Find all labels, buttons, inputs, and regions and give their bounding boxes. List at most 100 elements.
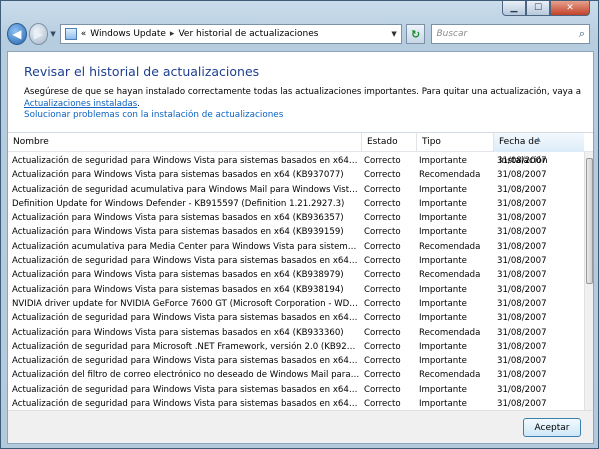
navigation-bar: ◀ ▶ ▼ « Windows Update ▸ Ver historial d… bbox=[7, 21, 590, 47]
column-name-label: Nombre bbox=[13, 137, 49, 147]
update-state: Correcto bbox=[364, 356, 401, 367]
list-item[interactable]: Actualización de seguridad para Windows … bbox=[8, 354, 584, 368]
update-date: 31/08/2007 bbox=[497, 298, 547, 309]
update-name: Actualización de seguridad para Windows … bbox=[12, 256, 360, 267]
update-state: Correcto bbox=[364, 184, 401, 195]
update-date: 31/08/2007 bbox=[497, 156, 547, 166]
breadcrumb-separator[interactable]: ▸ bbox=[170, 29, 175, 39]
update-type: Importante bbox=[419, 198, 467, 209]
list-item[interactable]: Actualización de seguridad acumulativa p… bbox=[8, 183, 584, 197]
update-type: Importante bbox=[419, 341, 467, 352]
installed-updates-link[interactable]: Actualizaciones instaladas bbox=[24, 99, 137, 109]
column-header-name[interactable]: Nombre bbox=[8, 133, 362, 152]
scrollbar-thumb[interactable] bbox=[586, 158, 593, 284]
update-state: Correcto bbox=[364, 327, 401, 338]
back-button[interactable]: ◀ bbox=[7, 23, 27, 45]
list-item[interactable]: NVIDIA driver update for NVIDIA GeForce … bbox=[8, 297, 584, 311]
update-date: 31/08/2007 bbox=[497, 356, 547, 367]
list-item[interactable]: Actualización de seguridad para Windows … bbox=[8, 254, 584, 268]
update-name: NVIDIA driver update for NVIDIA GeForce … bbox=[12, 298, 360, 309]
control-panel-window: ▁ ☐ ✕ ◀ ▶ ▼ « Windows Update ▸ Ver histo… bbox=[0, 0, 599, 449]
update-name: Actualización de seguridad acumulativa p… bbox=[12, 184, 360, 195]
content-pane: Revisar el historial de actualizaciones … bbox=[7, 51, 594, 444]
update-type: Importante bbox=[419, 213, 467, 224]
column-type-label: Tipo bbox=[422, 137, 441, 147]
update-state: Correcto bbox=[364, 227, 401, 238]
maximize-button[interactable]: ☐ bbox=[526, 1, 550, 16]
update-date: 31/08/2007 bbox=[497, 256, 547, 267]
update-state: Correcto bbox=[364, 198, 401, 209]
update-type: Importante bbox=[419, 356, 467, 367]
accept-button[interactable]: Aceptar bbox=[523, 418, 581, 437]
update-state: Correcto bbox=[364, 384, 401, 395]
update-name: Actualización de seguridad para Windows … bbox=[12, 156, 360, 166]
column-header-date[interactable]: ▲ Fecha de instalación bbox=[494, 133, 584, 166]
troubleshoot-link[interactable]: Solucionar problemas con la instalación … bbox=[24, 110, 283, 120]
minimize-button[interactable]: ▁ bbox=[502, 1, 526, 16]
update-type: Importante bbox=[419, 399, 467, 410]
breadcrumb-windows-update[interactable]: Windows Update bbox=[90, 29, 166, 39]
update-date: 31/08/2007 bbox=[497, 184, 547, 195]
update-name: Definition Update for Windows Defender -… bbox=[12, 198, 345, 209]
update-name: Actualización del filtro de correo elect… bbox=[12, 370, 360, 381]
update-type: Recomendada bbox=[419, 241, 481, 252]
list-item[interactable]: Actualización del filtro de correo elect… bbox=[8, 368, 584, 382]
search-input[interactable]: Buscar ⌕ bbox=[431, 24, 590, 44]
list-item[interactable]: Actualización de seguridad para Windows … bbox=[8, 154, 584, 168]
description-text: Asegúrese de que se hayan instalado corr… bbox=[24, 87, 582, 97]
update-type: Importante bbox=[419, 184, 467, 195]
list-item[interactable]: Actualización para Windows Vista para si… bbox=[8, 326, 584, 340]
page-description: Asegúrese de que se hayan instalado corr… bbox=[24, 86, 584, 110]
close-button[interactable]: ✕ bbox=[550, 1, 590, 16]
list-item[interactable]: Actualización para Windows Vista para si… bbox=[8, 283, 584, 297]
update-date: 31/08/2007 bbox=[497, 313, 547, 324]
search-icon[interactable]: ⌕ bbox=[579, 27, 585, 41]
list-item[interactable]: Actualización de seguridad para Microsof… bbox=[8, 340, 584, 354]
minimize-icon: ▁ bbox=[510, 3, 518, 13]
recent-pages-dropdown-icon[interactable]: ▼ bbox=[50, 30, 55, 38]
caption-buttons: ▁ ☐ ✕ bbox=[502, 1, 590, 17]
back-arrow-icon: ◀ bbox=[12, 27, 22, 41]
update-name: Actualización para Windows Vista para si… bbox=[12, 284, 344, 295]
column-header-type[interactable]: Tipo bbox=[417, 133, 494, 152]
update-name: Actualización de seguridad para Windows … bbox=[12, 313, 360, 324]
list-item[interactable]: Actualización para Windows Vista para si… bbox=[8, 211, 584, 225]
column-header-state[interactable]: Estado bbox=[362, 133, 417, 152]
update-type: Importante bbox=[419, 156, 467, 166]
search-placeholder: Buscar bbox=[436, 29, 468, 39]
list-item[interactable]: Actualización para Windows Vista para si… bbox=[8, 225, 584, 239]
list-item[interactable]: Actualización para Windows Vista para si… bbox=[8, 168, 584, 182]
update-name: Actualización de seguridad para Windows … bbox=[12, 356, 360, 367]
update-date: 31/08/2007 bbox=[497, 327, 547, 338]
update-state: Correcto bbox=[364, 399, 401, 410]
update-state: Correcto bbox=[364, 313, 401, 324]
column-state-label: Estado bbox=[367, 137, 398, 147]
update-date: 31/08/2007 bbox=[497, 270, 547, 281]
update-date: 31/08/2007 bbox=[497, 341, 547, 352]
list-item[interactable]: Actualización de seguridad para Windows … bbox=[8, 383, 584, 397]
description-period: . bbox=[137, 99, 140, 109]
update-type: Importante bbox=[419, 384, 467, 395]
address-prefix[interactable]: « bbox=[81, 29, 87, 39]
list-item[interactable]: Actualización acumulativa para Media Cen… bbox=[8, 240, 584, 254]
update-state: Correcto bbox=[364, 170, 401, 181]
list-item[interactable]: Actualización para Windows Vista para si… bbox=[8, 268, 584, 282]
update-state: Correcto bbox=[364, 298, 401, 309]
refresh-button[interactable]: ↻ bbox=[405, 24, 426, 44]
update-date: 31/08/2007 bbox=[497, 399, 547, 410]
forward-arrow-icon: ▶ bbox=[33, 27, 44, 41]
update-name: Actualización de seguridad para Windows … bbox=[12, 399, 360, 410]
forward-button[interactable]: ▶ bbox=[28, 23, 49, 45]
update-name: Actualización para Windows Vista para si… bbox=[12, 327, 344, 338]
update-history-list: Nombre Estado Tipo ▲ Fecha de instalació… bbox=[8, 132, 593, 410]
list-rows: Actualización de seguridad para Windows … bbox=[8, 154, 584, 410]
list-item[interactable]: Actualización de seguridad para Windows … bbox=[8, 397, 584, 410]
update-date: 31/08/2007 bbox=[497, 198, 547, 209]
address-bar[interactable]: « Windows Update ▸ Ver historial de actu… bbox=[59, 24, 402, 44]
breadcrumb-update-history[interactable]: Ver historial de actualizaciones bbox=[178, 29, 318, 39]
address-dropdown-icon[interactable]: ▼ bbox=[391, 30, 396, 38]
list-item[interactable]: Actualización de seguridad para Windows … bbox=[8, 311, 584, 325]
close-icon: ✕ bbox=[566, 3, 574, 13]
list-item[interactable]: Definition Update for Windows Defender -… bbox=[8, 197, 584, 211]
vertical-scrollbar[interactable] bbox=[584, 152, 593, 410]
